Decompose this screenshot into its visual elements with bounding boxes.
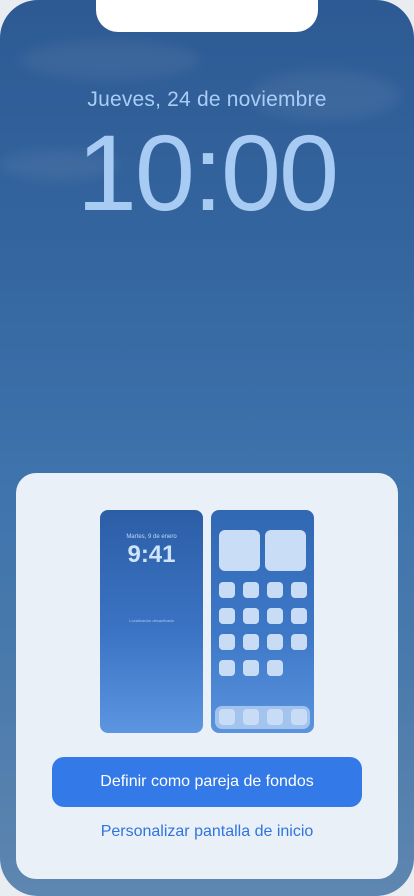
- app-icon-placeholder: [291, 634, 307, 650]
- app-icon-placeholder: [243, 582, 259, 598]
- app-icon-placeholder: [243, 608, 259, 624]
- wallpaper-pair-sheet: Martes, 9 de enero 9:41 Localización des…: [16, 473, 398, 879]
- dock-icon-placeholder: [243, 709, 259, 725]
- app-icon-placeholder: [267, 582, 283, 598]
- app-icon-placeholder: [291, 608, 307, 624]
- notch: [96, 0, 318, 32]
- app-icon-placeholder: [219, 582, 235, 598]
- lock-time: 10:00: [76, 112, 339, 233]
- dock-icon-placeholder: [219, 709, 235, 725]
- preview-location: Localización desactivada: [129, 618, 174, 623]
- app-icon-placeholder: [267, 660, 283, 676]
- app-icon-placeholder: [291, 582, 307, 598]
- dock: [215, 706, 310, 729]
- app-icon-placeholder: [219, 660, 235, 676]
- customize-home-screen-link[interactable]: Personalizar pantalla de inicio: [16, 823, 398, 841]
- preview-time: 9:41: [127, 541, 176, 568]
- lock-screen-preview: Martes, 9 de enero 9:41 Localización des…: [100, 510, 203, 733]
- lock-date: Jueves, 24 de noviembre: [87, 88, 327, 111]
- app-icon-placeholder: [243, 634, 259, 650]
- set-wallpaper-pair-button[interactable]: Definir como pareja de fondos: [52, 757, 362, 807]
- app-icon-placeholder: [267, 608, 283, 624]
- cloud-wisp: [20, 40, 200, 80]
- app-icon-placeholder: [219, 608, 235, 624]
- widget-placeholder: [265, 530, 306, 571]
- dock-icon-placeholder: [291, 709, 307, 725]
- lock-screen: Jueves, 24 de noviembre 10:00 Martes, 9 …: [0, 0, 414, 896]
- preview-date: Martes, 9 de enero: [126, 534, 177, 540]
- home-screen-preview: [211, 510, 314, 733]
- widget-placeholder: [219, 530, 260, 571]
- dock-icon-placeholder: [267, 709, 283, 725]
- app-icon-placeholder: [267, 634, 283, 650]
- app-icon-placeholder: [219, 634, 235, 650]
- app-icon-placeholder: [243, 660, 259, 676]
